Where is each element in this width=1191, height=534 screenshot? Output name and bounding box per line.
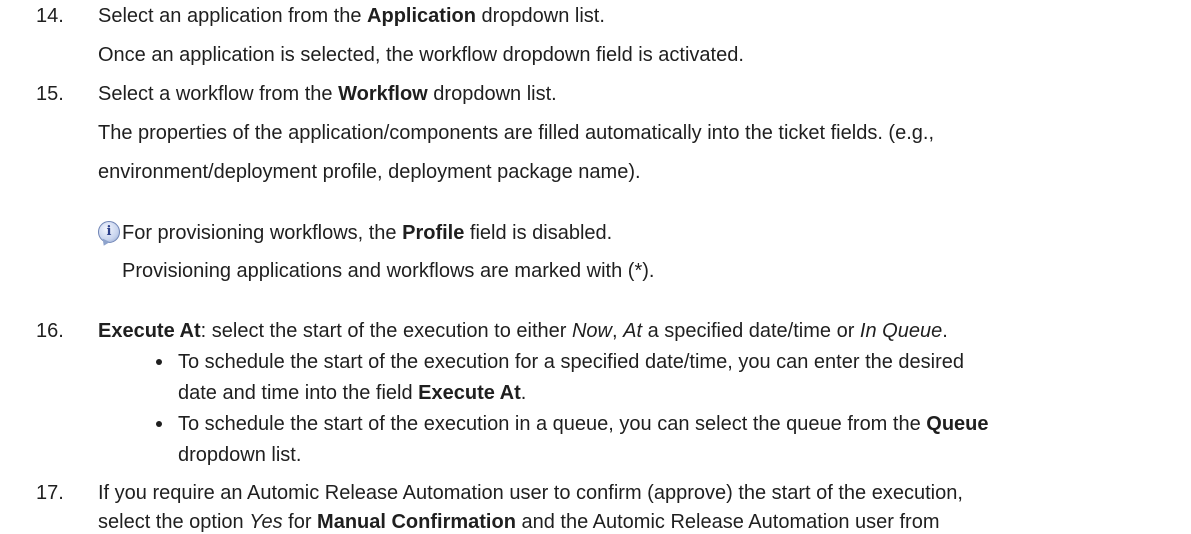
note-line-2: Provisioning applications and workflows … — [122, 260, 655, 282]
step-15-line-2: The properties of the application/compon… — [98, 122, 935, 144]
step-14-line-1: Select an application from the Applicati… — [98, 4, 605, 28]
bullet-1-line-1: To schedule the start of the execution f… — [178, 351, 965, 373]
ui-term: Queue — [926, 413, 989, 435]
step-number: 16. — [36, 320, 64, 342]
text: : select the start of the execution to e… — [200, 320, 572, 342]
step-17-line-2: select the option Yes for Manual Confirm… — [98, 510, 940, 534]
step-14-line-2: Once an application is selected, the wor… — [98, 44, 744, 66]
step-number: 14. — [36, 5, 64, 27]
text: To schedule the start of the execution i… — [178, 413, 927, 435]
bullet-2-line-1: To schedule the start of the execution i… — [178, 412, 989, 436]
text: dropdown list. — [475, 5, 605, 27]
option-in-queue: In Queue — [859, 320, 943, 342]
text: , — [611, 320, 624, 342]
step-number: 15. — [36, 83, 64, 105]
step-number: 17. — [36, 482, 64, 504]
note-line-1: For provisioning workflows, the Profile … — [122, 221, 612, 245]
text: select the option — [98, 511, 250, 533]
ui-term: Application — [367, 5, 476, 27]
text: . — [520, 382, 527, 404]
bullet-1-line-2: date and time into the field Execute At. — [178, 381, 526, 405]
text: and the Automic Release Automation user … — [515, 511, 940, 533]
text: Select a workflow from the — [98, 83, 339, 105]
document-page: 14. Select an application from the Appli… — [0, 0, 1191, 534]
option-at: At — [623, 320, 643, 342]
ui-term: Profile — [402, 222, 465, 244]
info-icon: i — [98, 221, 120, 248]
step-16-line-1: Execute At: select the start of the exec… — [98, 319, 948, 343]
text: field is disabled. — [464, 222, 613, 244]
option-now: Now — [571, 320, 612, 342]
ui-term: Execute At — [98, 320, 201, 342]
text: date and time into the field — [178, 382, 419, 404]
step-15-line-1: Select a workflow from the Workflow drop… — [98, 82, 557, 106]
text: a specified date/time or — [642, 320, 860, 342]
bullet-dot — [156, 359, 162, 365]
text: for — [282, 511, 318, 533]
step-17-line-1: If you require an Automic Release Automa… — [98, 482, 963, 504]
bullet-dot — [156, 421, 162, 427]
ui-term: Workflow — [338, 83, 428, 105]
text: dropdown list. — [427, 83, 557, 105]
ui-term: Execute At — [418, 382, 521, 404]
text: . — [942, 320, 948, 342]
option-yes: Yes — [249, 511, 283, 533]
text: Select an application from the — [98, 5, 368, 27]
step-15-line-3: environment/deployment profile, deployme… — [98, 161, 641, 183]
text: For provisioning workflows, the — [122, 222, 403, 244]
bullet-2-line-2: dropdown list. — [178, 444, 302, 466]
ui-term: Manual Confirmation — [317, 511, 516, 533]
